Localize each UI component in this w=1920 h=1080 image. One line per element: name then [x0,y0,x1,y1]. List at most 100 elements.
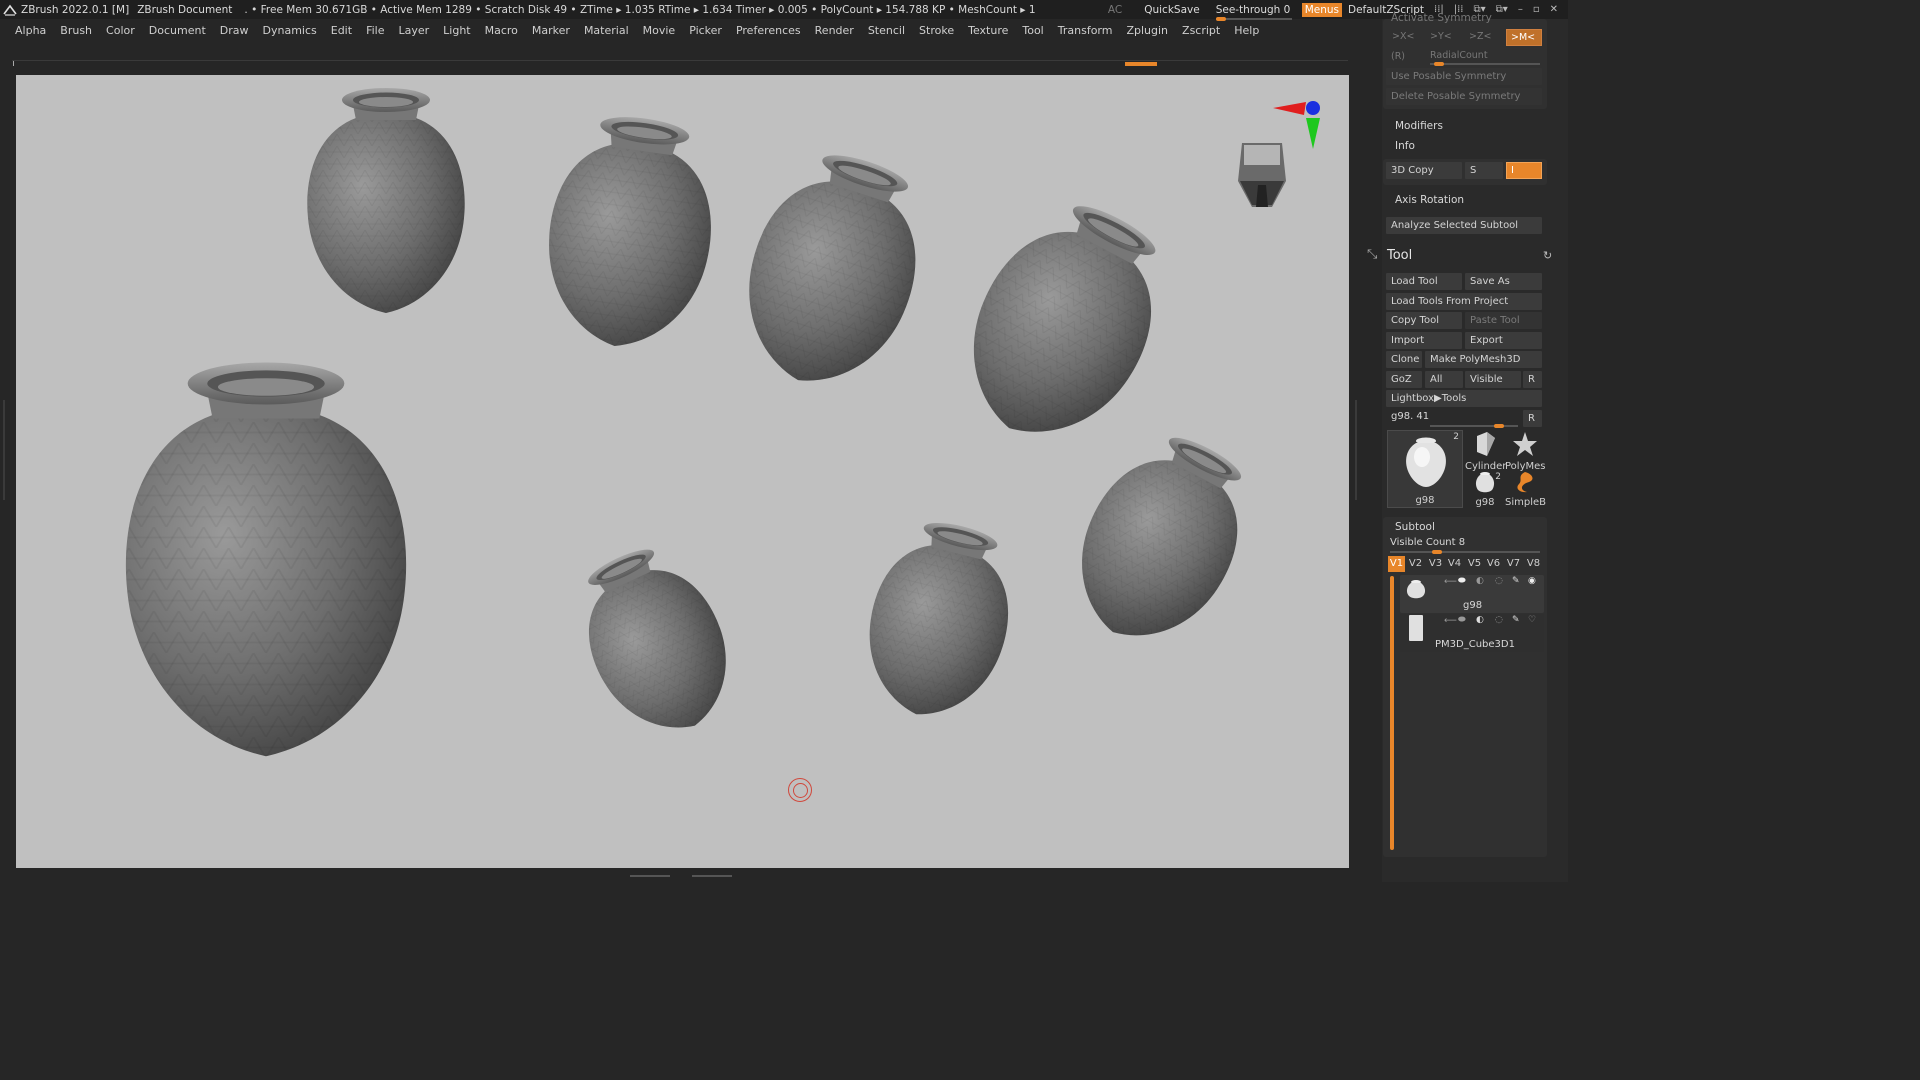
vtab-v4[interactable]: V4 [1446,556,1463,572]
menu-tool[interactable]: Tool [1015,24,1050,37]
menu-stencil[interactable]: Stencil [861,24,912,37]
make-polymesh3d-button[interactable]: Make PolyMesh3D [1425,351,1542,368]
timeline-strip[interactable] [12,60,1348,66]
menu-movie[interactable]: Movie [636,24,683,37]
menu-zscript[interactable]: Zscript [1175,24,1227,37]
modifiers-header[interactable]: Modifiers [1395,120,1443,132]
subtool-solo-icon[interactable]: ◌ [1495,576,1503,586]
menu-help[interactable]: Help [1227,24,1266,37]
delete-posable-symmetry-button[interactable]: Delete Posable Symmetry [1386,88,1542,105]
tool-thumb-g98-small[interactable]: 2 g98 [1465,470,1505,508]
paste-tool-button[interactable]: Paste Tool [1465,312,1542,329]
subtool-brush-icon[interactable]: ✎ [1512,576,1520,586]
tool-r-button[interactable]: R [1523,410,1542,427]
s-button[interactable]: S [1465,162,1503,179]
axis-rotation-header[interactable]: Axis Rotation [1395,194,1464,206]
goz-button[interactable]: GoZ [1386,371,1422,388]
subtool-scrollbar[interactable] [1390,576,1394,850]
subtool-item-g98[interactable]: ⟵ ⬬ ◐ ◌ ✎ ◉ g98 [1400,575,1544,613]
vtab-v6[interactable]: V6 [1485,556,1502,572]
timeline-position-indicator[interactable] [1125,62,1157,66]
menu-transform[interactable]: Transform [1051,24,1120,37]
current-tool-slider-track[interactable] [1430,425,1518,427]
ac-toggle[interactable]: AC [1108,4,1122,16]
3d-copy-button[interactable]: 3D Copy [1386,162,1462,179]
navigation-gizmo-icon[interactable] [1238,143,1286,207]
menu-marker[interactable]: Marker [525,24,577,37]
subtool-visibility-eye-icon[interactable]: ◉ [1528,576,1536,586]
goz-visible-button[interactable]: Visible [1465,371,1521,388]
maximize-icon[interactable]: ▫ [1533,4,1540,15]
subtool-polypaint-icon[interactable]: ◐ [1476,615,1484,625]
import-button[interactable]: Import [1386,332,1462,349]
vtab-v8[interactable]: V8 [1525,556,1542,572]
menu-picker[interactable]: Picker [682,24,729,37]
close-icon[interactable]: ✕ [1550,4,1558,15]
menu-render[interactable]: Render [808,24,861,37]
sym-y-button[interactable]: >Y< [1430,31,1452,42]
use-posable-symmetry-button[interactable]: Use Posable Symmetry [1386,68,1542,85]
menu-texture[interactable]: Texture [961,24,1015,37]
restore-layout-icon[interactable]: ⧉▾ [1496,4,1508,15]
tool-header[interactable]: Tool [1387,248,1412,263]
menu-edit[interactable]: Edit [324,24,359,37]
quicksave-button[interactable]: QuickSave [1144,4,1199,16]
clone-button[interactable]: Clone [1386,351,1422,368]
sym-z-button[interactable]: >Z< [1469,31,1491,42]
canvas-viewport[interactable] [16,75,1349,868]
lightbox-tools-button[interactable]: Lightbox▶Tools [1386,390,1542,407]
visible-count-slider[interactable]: Visible Count 8 [1390,537,1465,548]
menu-file[interactable]: File [359,24,391,37]
tool-reset-icon[interactable]: ↻ [1543,249,1552,262]
goz-r-button[interactable]: R [1523,371,1542,388]
menu-layer[interactable]: Layer [391,24,436,37]
vtab-v3[interactable]: V3 [1427,556,1444,572]
subtool-toggle-icon[interactable]: ⬬ [1458,576,1466,586]
subtool-arrow-icon[interactable]: ⟵ [1444,616,1457,626]
menus-toggle[interactable]: Menus [1301,2,1342,17]
menu-light[interactable]: Light [436,24,477,37]
tool-thumb-cylinder[interactable]: Cylinder [1465,430,1506,472]
subtool-item-pm3d-cube[interactable]: ⟵ ⬬ ◐ ◌ ✎ ♡ PM3D_Cube3D1 [1400,614,1544,652]
menu-draw[interactable]: Draw [213,24,256,37]
activate-symmetry-button[interactable]: Activate Symmetry [1391,12,1492,24]
radial-r-button[interactable]: (R) [1391,51,1405,62]
current-tool-slider-knob[interactable] [1494,424,1504,428]
tool-thumb-g98-main[interactable]: 2 g98 [1387,430,1463,508]
vtab-v1[interactable]: V1 [1388,556,1405,572]
menu-stroke[interactable]: Stroke [912,24,961,37]
tool-menu-pin-icon[interactable]: ⤡ [1367,247,1377,262]
vtab-v2[interactable]: V2 [1407,556,1424,572]
radial-count-knob[interactable] [1434,62,1444,66]
see-through-slider[interactable]: See-through 0 [1215,4,1296,21]
export-button[interactable]: Export [1465,332,1542,349]
menu-brush[interactable]: Brush [53,24,99,37]
subtool-brush-icon[interactable]: ✎ [1512,615,1520,625]
bottom-tray-handle[interactable] [628,872,736,880]
menu-material[interactable]: Material [577,24,636,37]
radial-count-track[interactable] [1430,63,1540,65]
radial-count-slider[interactable]: RadialCount [1430,50,1488,61]
menu-preferences[interactable]: Preferences [729,24,808,37]
analyze-selected-subtool-button[interactable]: Analyze Selected Subtool [1386,217,1542,234]
right-tray-handle[interactable] [1352,400,1362,500]
info-header[interactable]: Info [1395,140,1415,152]
subtool-visibility-eye-icon[interactable]: ♡ [1528,615,1536,625]
load-tools-from-project-button[interactable]: Load Tools From Project [1386,293,1542,310]
subtool-polypaint-icon[interactable]: ◐ [1476,576,1484,586]
copy-tool-button[interactable]: Copy Tool [1386,312,1462,329]
vtab-v7[interactable]: V7 [1505,556,1522,572]
subtool-solo-icon[interactable]: ◌ [1495,615,1503,625]
left-tray-handle[interactable] [0,400,8,500]
menu-color[interactable]: Color [99,24,142,37]
load-tool-button[interactable]: Load Tool [1386,273,1462,290]
tool-thumb-polymesh[interactable]: PolyMes [1505,430,1545,472]
menu-zplugin[interactable]: Zplugin [1119,24,1175,37]
i-input[interactable]: I [1506,162,1542,179]
menu-document[interactable]: Document [142,24,213,37]
sym-m-button[interactable]: >M< [1506,29,1542,46]
menu-alpha[interactable]: Alpha [8,24,53,37]
menu-macro[interactable]: Macro [478,24,525,37]
visible-count-knob[interactable] [1432,550,1442,554]
subtool-arrow-icon[interactable]: ⟵ [1444,577,1457,587]
